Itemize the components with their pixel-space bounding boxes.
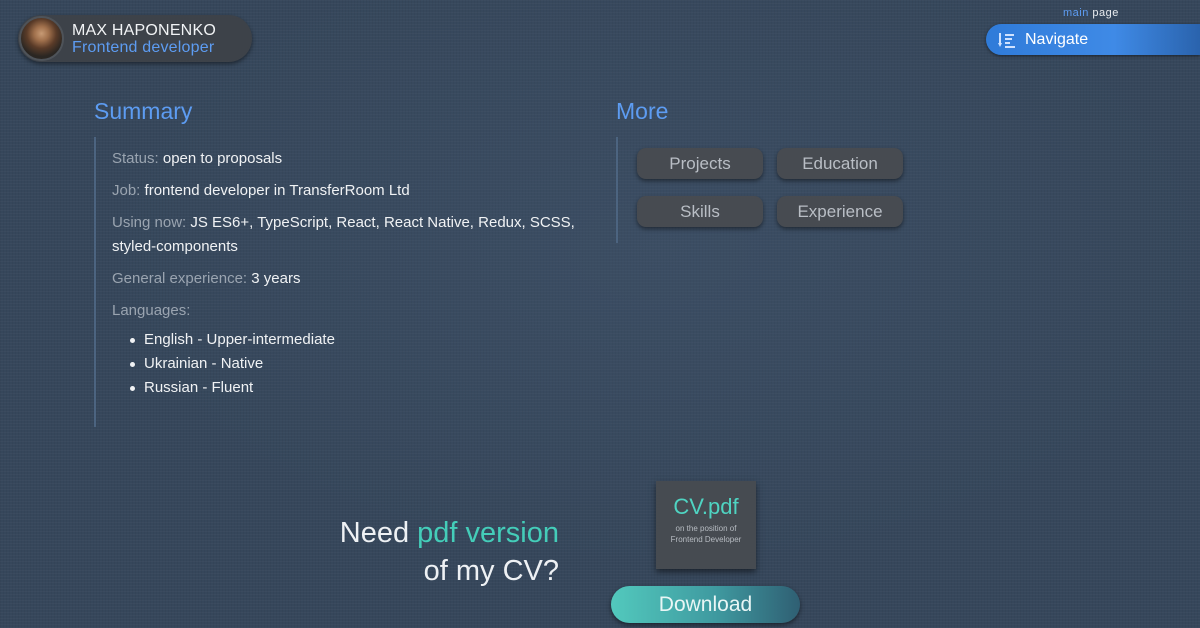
job-label: Job: bbox=[112, 182, 141, 199]
languages-list: English - Upper-intermediate Ukrainian -… bbox=[112, 328, 584, 400]
cv-card-title: CV.pdf bbox=[673, 494, 739, 519]
more-heading: More bbox=[616, 98, 669, 124]
profile-text: MAX HAPONENKO Frontend developer bbox=[72, 22, 216, 56]
language-item: Ukrainian - Native bbox=[130, 352, 584, 376]
language-item: English - Upper-intermediate bbox=[130, 328, 584, 352]
job-row: Job: frontend developer in TransferRoom … bbox=[112, 179, 584, 203]
cv-file-card[interactable]: CV.pdf on the position of Frontend Devel… bbox=[656, 481, 756, 569]
languages-label: Languages: bbox=[112, 302, 191, 319]
cv-card-subtitle: on the position of Frontend Developer bbox=[670, 524, 742, 544]
pdf-prompt-need: Need bbox=[339, 517, 410, 549]
status-label: Status: bbox=[112, 150, 159, 167]
experience-row: General experience: 3 years bbox=[112, 267, 584, 291]
main-page-link[interactable]: main page bbox=[1063, 7, 1119, 19]
experience-label: General experience: bbox=[112, 270, 248, 287]
education-button[interactable]: Education bbox=[777, 148, 903, 179]
language-item: Russian - Fluent bbox=[130, 376, 584, 400]
summary-heading: Summary bbox=[94, 98, 193, 124]
pdf-prompt-line-1: Need pdf version bbox=[300, 514, 559, 552]
projects-button[interactable]: Projects bbox=[637, 148, 763, 179]
pdf-prompt: Need pdf version of my CV? bbox=[300, 514, 559, 590]
avatar bbox=[19, 16, 64, 61]
profile-role: Frontend developer bbox=[72, 38, 215, 56]
main-page-rest: page bbox=[1092, 7, 1119, 19]
status-value: open to proposals bbox=[162, 150, 283, 167]
pdf-prompt-accent: pdf version bbox=[417, 517, 559, 549]
status-row: Status: open to proposals bbox=[112, 147, 584, 171]
skills-button[interactable]: Skills bbox=[637, 196, 763, 227]
using-label: Using now: bbox=[112, 214, 187, 231]
experience-button[interactable]: Experience bbox=[777, 196, 903, 227]
download-button[interactable]: Download bbox=[611, 586, 800, 623]
job-value: frontend developer in TransferRoom Ltd bbox=[144, 182, 410, 199]
languages-row: Languages: bbox=[112, 299, 584, 323]
profile-name: MAX HAPONENKO bbox=[72, 21, 216, 39]
using-row: Using now: JS ES6+, TypeScript, React, R… bbox=[112, 211, 584, 259]
main-page-accent: main bbox=[1063, 7, 1089, 19]
more-section: Projects Education Skills Experience bbox=[616, 137, 916, 243]
navigate-button[interactable]: Navigate bbox=[986, 24, 1200, 55]
sort-descending-icon bbox=[998, 31, 1016, 49]
experience-value: 3 years bbox=[251, 270, 301, 287]
summary-section: Status: open to proposals Job: frontend … bbox=[94, 137, 584, 427]
pdf-prompt-line-2: of my CV? bbox=[423, 555, 559, 587]
profile-badge[interactable]: MAX HAPONENKO Frontend developer bbox=[18, 15, 252, 62]
navigate-label: Navigate bbox=[1025, 30, 1089, 48]
